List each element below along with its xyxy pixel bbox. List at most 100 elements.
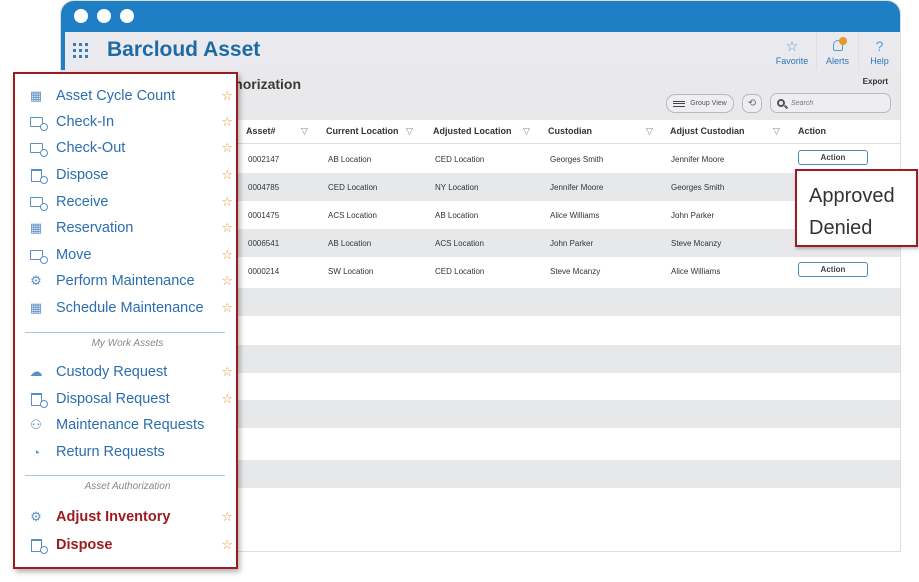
favorite-label: Favorite <box>775 56 809 66</box>
schedule-icon: ▦ <box>29 300 43 315</box>
cell-custodian: John Parker <box>550 239 594 248</box>
dropdown-option-approved[interactable]: Approved <box>809 180 916 212</box>
search-input[interactable] <box>791 99 881 107</box>
filter-icon[interactable]: ▽ <box>301 126 308 137</box>
favorite-star-icon[interactable]: ☆ <box>221 88 233 104</box>
app-header: Barcloud Asset ☆ Favorite Alerts ? Help <box>61 32 900 70</box>
favorite-star-icon[interactable]: ☆ <box>221 140 233 156</box>
favorite-star-icon[interactable]: ☆ <box>221 391 233 407</box>
menu-item-dispose-authorization[interactable]: Dispose ☆ <box>28 535 233 555</box>
menu-item-label: Perform Maintenance <box>56 273 195 289</box>
menu-item-maintenance-requests[interactable]: ⚇ Maintenance Requests <box>28 415 233 435</box>
filter-icon[interactable]: ▽ <box>523 126 530 137</box>
favorite-star-icon[interactable]: ☆ <box>221 537 233 553</box>
menu-item-return-requests[interactable]: ◔ Return Requests <box>28 442 233 462</box>
search-box[interactable] <box>770 93 891 113</box>
cell-current-location: CED Location <box>328 183 378 192</box>
cell-adjust-custodian: John Parker <box>671 211 715 220</box>
menu-item-check-in[interactable]: Check-In ☆ <box>28 112 233 132</box>
title-bar <box>61 1 900 32</box>
column-header-adjusted-location[interactable]: Adjusted Location <box>433 126 512 136</box>
menu-item-move[interactable]: Move ☆ <box>28 245 233 265</box>
move-icon <box>28 247 48 264</box>
menu-item-custody-request[interactable]: ☁ Custody Request ☆ <box>28 362 234 382</box>
window-dot-close[interactable] <box>74 9 88 23</box>
menu-item-dispose[interactable]: Dispose ☆ <box>28 165 233 185</box>
section-divider <box>25 475 225 476</box>
refresh-icon: ⟲ <box>747 98 757 109</box>
export-link[interactable]: Export <box>863 77 888 86</box>
menu-item-label: Reservation <box>56 220 134 236</box>
dropdown-option-denied[interactable]: Denied <box>809 212 916 244</box>
filter-icon[interactable]: ▽ <box>646 126 653 137</box>
favorite-star-icon[interactable]: ☆ <box>221 194 233 210</box>
column-header-adjust-custodian[interactable]: Adjust Custodian <box>670 126 745 136</box>
menu-item-receive[interactable]: Receive ☆ <box>28 192 233 212</box>
menu-item-label: Move <box>56 247 92 263</box>
bell-icon <box>832 37 847 51</box>
search-icon <box>777 99 785 107</box>
column-header-current-location[interactable]: Current Location <box>326 126 399 136</box>
menu-item-check-out[interactable]: Check-Out ☆ <box>28 138 233 158</box>
group-view-label: Group View <box>690 100 727 107</box>
cell-asset: 0006541 <box>248 239 280 248</box>
action-button[interactable]: Action <box>798 262 868 277</box>
menu-item-adjust-inventory[interactable]: ⚙ Adjust Inventory ☆ <box>28 507 233 527</box>
menu-item-asset-cycle-count[interactable]: ▦ Asset Cycle Count ☆ <box>28 86 233 106</box>
column-header-custodian[interactable]: Custodian <box>548 126 592 136</box>
favorite-star-icon[interactable]: ☆ <box>221 167 233 183</box>
cell-asset: 0000214 <box>248 267 280 276</box>
favorite-star-icon[interactable]: ☆ <box>221 247 233 263</box>
favorite-star-icon[interactable]: ☆ <box>221 220 233 236</box>
cell-current-location: SW Location <box>328 267 374 276</box>
menu-item-disposal-request[interactable]: Disposal Request ☆ <box>28 389 233 409</box>
star-outline-icon: ☆ <box>785 38 799 54</box>
check-in-icon <box>28 114 48 131</box>
navigation-menu: ▦ Asset Cycle Count ☆ Check-In ☆ Check-O… <box>13 72 238 569</box>
cell-current-location: AB Location <box>328 155 372 164</box>
favorite-star-icon[interactable]: ☆ <box>221 273 233 289</box>
cell-adjust-custodian: Steve Mcanzy <box>671 239 722 248</box>
alert-badge <box>838 37 847 45</box>
filter-icon[interactable]: ▽ <box>773 126 780 137</box>
calendar-icon: ▦ <box>29 220 43 235</box>
top-actions: ☆ Favorite Alerts ? Help <box>768 32 900 70</box>
menu-item-label: Disposal Request <box>56 391 170 407</box>
section-label-asset-authorization: Asset Authorization <box>84 481 171 492</box>
favorite-star-icon[interactable]: ☆ <box>221 114 233 130</box>
adjust-inventory-icon: ⚙ <box>30 509 42 524</box>
return-request-icon: ◔ <box>32 444 40 460</box>
favorite-star-icon[interactable]: ☆ <box>221 300 233 316</box>
menu-item-reservation[interactable]: ▦ Reservation ☆ <box>28 218 233 238</box>
cell-adjusted-location: CED Location <box>435 155 485 164</box>
dispose-auth-icon <box>28 537 48 554</box>
menu-item-label: Check-Out <box>56 140 126 156</box>
menu-item-label: Asset Cycle Count <box>56 88 176 104</box>
favorite-star-icon[interactable]: ☆ <box>221 364 233 380</box>
window-dot-maximize[interactable] <box>120 9 134 23</box>
app-grid-icon[interactable] <box>73 43 89 58</box>
favorite-button[interactable]: ☆ Favorite <box>768 32 816 70</box>
refresh-button[interactable]: ⟲ <box>742 94 762 113</box>
group-view-button[interactable]: Group View <box>666 94 734 113</box>
cell-custodian: Jennifer Moore <box>550 183 604 192</box>
cell-current-location: AB Location <box>328 239 372 248</box>
cell-adjust-custodian: Jennifer Moore <box>671 155 725 164</box>
menu-item-schedule-maintenance[interactable]: ▦ Schedule Maintenance ☆ <box>28 298 233 318</box>
column-header-asset[interactable]: Asset# <box>246 126 276 136</box>
menu-item-perform-maintenance[interactable]: ⚙ Perform Maintenance ☆ <box>28 271 233 291</box>
help-button[interactable]: ? Help <box>858 32 900 70</box>
cell-asset: 0004785 <box>248 183 280 192</box>
help-label: Help <box>870 56 889 66</box>
cell-adjust-custodian: Alice Williams <box>671 267 721 276</box>
cell-custodian: Alice Williams <box>550 211 600 220</box>
cell-adjusted-location: ACS Location <box>435 239 484 248</box>
column-header-action: Action <box>798 126 826 136</box>
window-dot-minimize[interactable] <box>97 9 111 23</box>
filter-icon[interactable]: ▽ <box>406 126 413 137</box>
alerts-button[interactable]: Alerts <box>816 32 858 70</box>
favorite-star-icon[interactable]: ☆ <box>221 509 233 525</box>
action-button[interactable]: Action <box>798 150 868 165</box>
disposal-request-icon <box>28 391 48 408</box>
menu-item-label: Maintenance Requests <box>56 417 205 433</box>
